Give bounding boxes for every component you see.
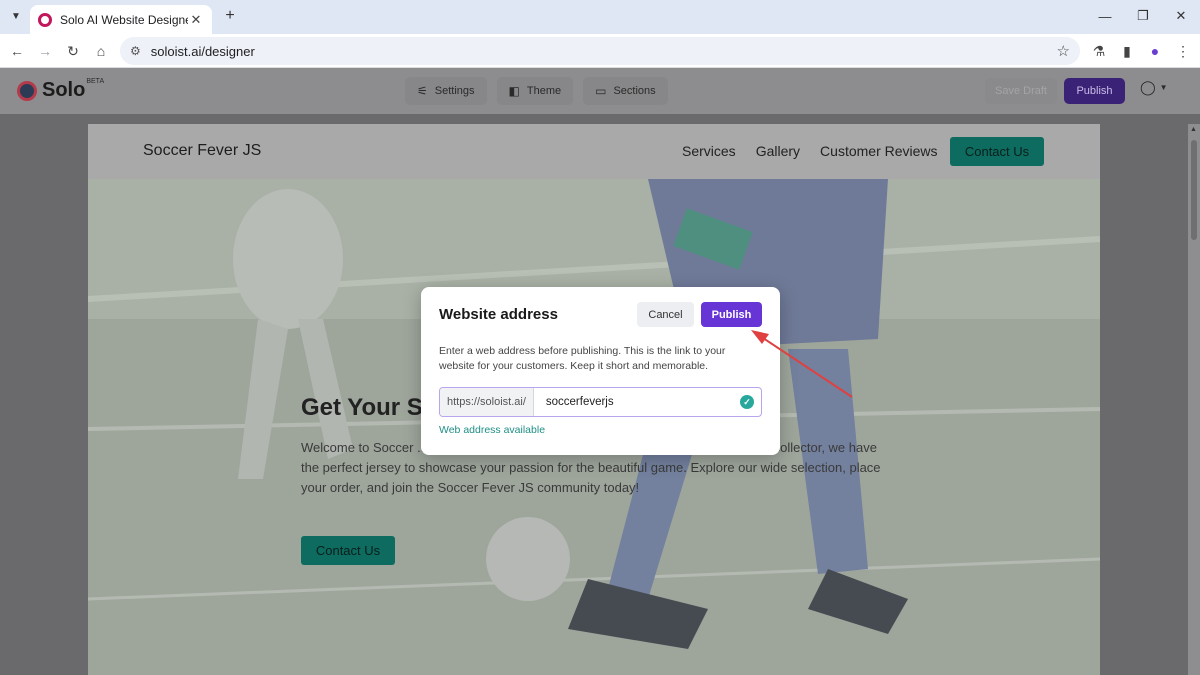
canvas-scrollbar[interactable]: ▲	[1188, 124, 1200, 675]
solo-logo[interactable]: Solo BETA	[17, 78, 105, 102]
scroll-up-icon[interactable]: ▲	[1190, 126, 1197, 133]
home-icon[interactable]: ⌂	[90, 40, 112, 62]
modal-publish-button[interactable]: Publish	[701, 302, 762, 327]
address-status: Web address available	[439, 424, 546, 436]
solo-logo-icon	[17, 80, 37, 101]
tab-close-icon[interactable]: ✕	[188, 12, 204, 28]
beta-badge: BETA	[86, 78, 105, 85]
site-brand[interactable]: Soccer Fever JS	[143, 142, 261, 160]
account-menu[interactable]: ◯ ▼	[1140, 79, 1168, 96]
window-controls: — ❐ ✕	[1086, 0, 1200, 32]
sliders-icon: ⚟	[417, 84, 428, 98]
user-circle-icon: ◯	[1140, 79, 1156, 95]
web-address-input[interactable]	[533, 388, 740, 416]
tab-list-chevron-icon[interactable]: ▼	[6, 6, 26, 26]
back-arrow-icon[interactable]: ←	[6, 40, 28, 62]
solo-favicon-icon	[38, 12, 52, 27]
browser-menu-icon[interactable]: ⋮	[1172, 40, 1194, 62]
save-draft-button[interactable]: Save Draft	[985, 78, 1057, 104]
browser-toolbar: ← → ↻ ⌂ ⚙ soloist.ai/designer ☆ ⚗ ▮ ● ⋮	[0, 34, 1200, 68]
url-text: soloist.ai/designer	[150, 43, 255, 59]
scroll-thumb[interactable]	[1191, 140, 1197, 240]
theme-button[interactable]: ◧ Theme	[496, 77, 574, 105]
nav-link-customer-reviews[interactable]: Customer Reviews	[820, 143, 937, 159]
side-panel-icon[interactable]: ▮	[1116, 40, 1138, 62]
header-publish-button[interactable]: Publish	[1064, 78, 1125, 104]
reload-icon[interactable]: ↻	[62, 40, 84, 62]
nav-contact-button[interactable]: Contact Us	[950, 137, 1044, 166]
forward-arrow-icon[interactable]: →	[34, 40, 56, 62]
profile-avatar-icon[interactable]: ●	[1144, 40, 1166, 62]
settings-label: Settings	[434, 85, 475, 97]
logo-text: Solo	[42, 79, 86, 101]
website-address-modal: Website address Cancel Publish Enter a w…	[421, 287, 780, 455]
sections-button[interactable]: ▭ Sections	[583, 77, 668, 105]
theme-label: Theme	[526, 85, 562, 97]
new-tab-plus-icon[interactable]: +	[220, 6, 240, 26]
site-navbar: Soccer Fever JS Services Gallery Custome…	[88, 124, 1100, 179]
check-circle-icon: ✓	[740, 395, 754, 409]
tab-title: Solo AI Website Designer	[60, 12, 188, 27]
site-nav-links: Services Gallery Customer Reviews	[682, 143, 938, 159]
hero-title: Get Your Sc	[301, 394, 437, 421]
address-bar[interactable]: ⚙ soloist.ai/designer ☆	[120, 37, 1080, 65]
close-window-icon[interactable]: ✕	[1162, 0, 1200, 32]
chevron-down-icon: ▼	[1159, 83, 1168, 92]
address-prefix: https://soloist.ai/	[440, 388, 534, 416]
nav-link-services[interactable]: Services	[682, 143, 736, 159]
restore-icon[interactable]: ❐	[1124, 0, 1162, 32]
minimize-icon[interactable]: —	[1086, 0, 1124, 32]
modal-description: Enter a web address before publishing. T…	[439, 345, 726, 372]
nav-link-gallery[interactable]: Gallery	[756, 143, 800, 159]
hero-contact-button[interactable]: Contact Us	[301, 536, 395, 565]
extensions-flask-icon[interactable]: ⚗	[1088, 40, 1110, 62]
designer-nav: ⚟ Settings ◧ Theme ▭ Sections	[405, 77, 668, 105]
palette-icon: ◧	[508, 84, 520, 98]
web-address-field: https://soloist.ai/ ✓	[439, 387, 762, 417]
browser-tab-strip: ▼ Solo AI Website Designer ✕ + — ❐ ✕	[0, 0, 1200, 34]
bookmark-star-icon[interactable]: ☆	[1057, 42, 1070, 60]
modal-title: Website address	[439, 306, 558, 323]
site-info-icon[interactable]: ⚙	[130, 44, 141, 58]
app-header: Solo BETA ⚟ Settings ◧ Theme ▭ Sections …	[0, 68, 1200, 114]
cancel-button[interactable]: Cancel	[637, 302, 694, 327]
sections-label: Sections	[613, 85, 656, 97]
sections-icon: ▭	[595, 84, 607, 98]
settings-button[interactable]: ⚟ Settings	[405, 77, 487, 105]
browser-tab[interactable]: Solo AI Website Designer ✕	[30, 5, 212, 34]
